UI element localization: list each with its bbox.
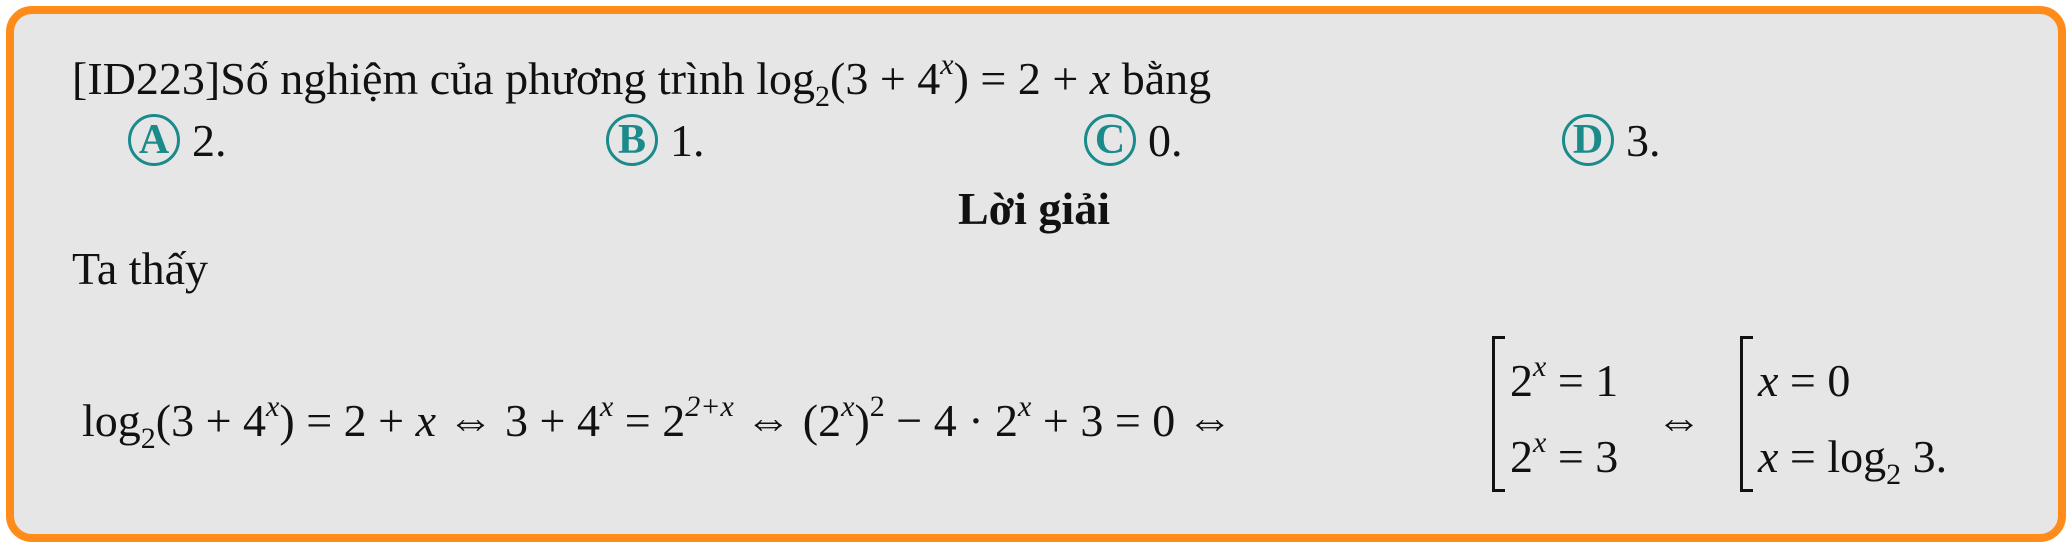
sys1-r2-base: 2 [1510,431,1533,482]
sys1-r1-exp: x [1533,350,1547,383]
sys1-r2-rhs: = 3 [1546,431,1619,482]
eq-part3-exp: x [841,390,855,423]
sys1-r1-base: 2 [1510,355,1533,406]
choice-a-badge: A [128,114,180,166]
question-id: [ID223] [72,53,221,104]
system2-row2: x = log2 3. [1758,431,1948,490]
iff-symbol: ⇔ [733,395,803,446]
iff-between-systems: ⇔ [1656,395,1702,446]
eq-open: (3 + 4 [830,53,941,104]
eq-part3-end: + 3 = 0 [1031,395,1176,446]
log-fn: log [756,53,815,104]
solution-heading: Lời giải [958,183,1110,234]
choice-b-value: 1. [670,114,705,166]
choice-c-badge: C [1084,114,1136,166]
eq-part3-close: ) [854,395,870,446]
choice-d[interactable]: D 3. [1562,110,1661,170]
eq-part3-square: 2 [869,390,885,423]
eq-log: log [82,395,141,446]
choice-a[interactable]: A 2. [128,110,227,170]
eq-part1-open: (3 + 4 [155,395,267,446]
sys2-r2-end: 3. [1901,431,1948,482]
question-prefix: Số nghiệm của phương trình [220,53,757,104]
choice-d-badge: D [1562,114,1614,166]
question-text: [ID223]Số nghiệm của phương trình log2(3… [72,50,1212,112]
choice-c[interactable]: C 0. [1084,110,1183,170]
system2-row1: x = 0 [1758,358,1850,404]
eq-part3-rest: − 4 · 2 [884,395,1019,446]
sys2-r2-log: = log [1778,431,1887,482]
sys1-r1-rhs: = 1 [1546,355,1619,406]
iff-symbol: ⇔ [436,395,505,446]
choice-a-value: 2. [192,114,227,166]
sys2-r2-var: x [1758,431,1779,482]
sys1-r2-exp: x [1533,426,1547,459]
eq-part2-exp: x [599,390,614,423]
eq-log-base: 2 [140,422,156,455]
iff-symbol: ⇔ [1175,395,1233,446]
system1-row1: 2x = 1 [1510,352,1619,406]
question-suffix: bằng [1110,53,1212,104]
system1-row2: 2x = 3 [1510,428,1619,482]
eq-part1-close: ) = 2 + [279,395,416,446]
sys2-r1-var: x [1758,355,1779,406]
equation-chain: log2(3 + 4x) = 2 + x ⇔ 3 + 4x = 22+x ⇔ (… [82,392,1233,454]
choice-b-badge: B [606,114,658,166]
eq-exp: x [940,48,954,81]
eq-part2: 3 + 4 [505,395,600,446]
eq-var: x [1089,53,1111,104]
eq-close: ) = 2 + [953,53,1090,104]
eq-part1-var: x [415,395,436,446]
sys2-r2-log-base: 2 [1886,458,1902,491]
choice-d-value: 3. [1626,114,1661,166]
eq-part2-rhs: = 2 [613,395,686,446]
system-bracket-2 [1740,336,1753,492]
choice-b[interactable]: B 1. [606,110,705,170]
eq-part3-open: (2 [802,395,842,446]
solution-intro: Ta thấy [72,243,209,294]
system-bracket-1 [1492,336,1505,492]
eq-part2-rhs-exp: 2+x [685,390,734,423]
choice-c-value: 0. [1148,114,1183,166]
log-base: 2 [815,80,830,113]
sys2-r1-rhs: = 0 [1778,355,1851,406]
eq-part3-exp2: x [1018,390,1032,423]
eq-part1-exp: x [266,390,280,423]
